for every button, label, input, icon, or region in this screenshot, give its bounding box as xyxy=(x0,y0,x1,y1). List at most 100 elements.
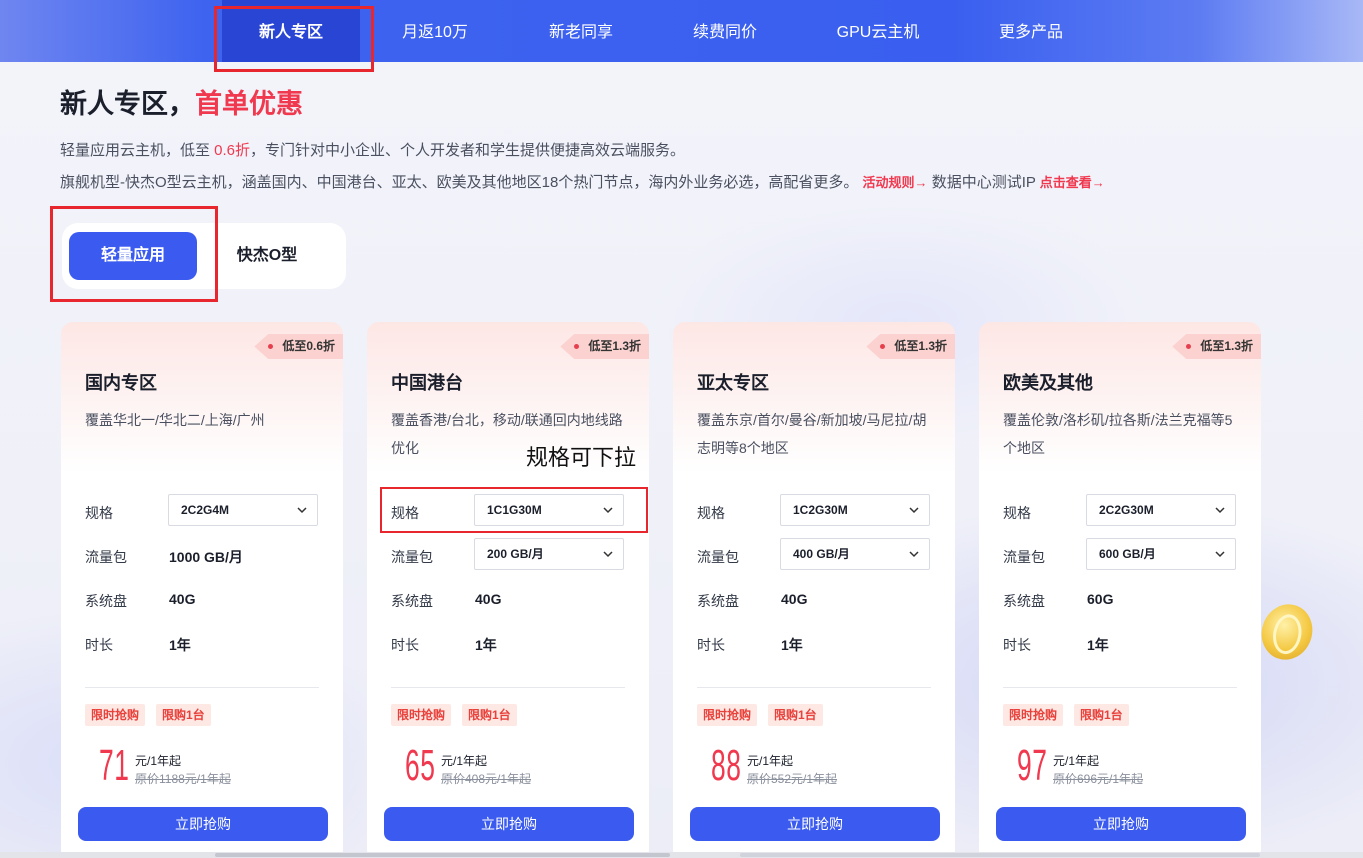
spec-select[interactable]: 2C2G4M xyxy=(168,494,318,526)
product-card: 低至0.6折 国内专区 覆盖华北一/华北二/上海/广州 规格 2C2G4M 流量… xyxy=(61,322,343,858)
price-unit: 元/1年起 xyxy=(135,754,182,768)
duration-label: 时长 xyxy=(391,637,419,653)
nav-item-more[interactable]: 更多产品 xyxy=(976,0,1086,62)
traffic-select[interactable]: 200 GB/月 xyxy=(474,538,624,570)
top-nav: 新人专区 月返10万 新老同享 续费同价 GPU云主机 更多产品 xyxy=(0,0,1363,62)
traffic-value: 1000 GB/月 xyxy=(169,549,243,565)
limit-tag: 限购1台 xyxy=(156,704,211,726)
limit-tag: 限购1台 xyxy=(768,704,823,726)
title-main: 新人专区， xyxy=(60,89,195,119)
original-price: 原价408元/1年起 xyxy=(441,772,532,786)
disk-label: 系统盘 xyxy=(85,593,127,609)
price-value: 71 xyxy=(99,741,130,790)
flash-sale-tag: 限时抢购 xyxy=(85,704,146,726)
chevron-down-icon xyxy=(909,551,919,558)
duration-value: 1年 xyxy=(781,637,803,653)
view-ip-link[interactable]: 点击查看→ xyxy=(1040,175,1105,190)
card-divider xyxy=(391,687,625,688)
card-title: 国内专区 xyxy=(85,373,157,393)
spec-value: 2C2G30M xyxy=(1099,503,1154,517)
original-price: 原价696元/1年起 xyxy=(1053,772,1144,786)
buy-now-button[interactable]: 立即抢购 xyxy=(384,807,634,841)
disk-value: 60G xyxy=(1087,591,1114,607)
discount-badge: 低至1.3折 xyxy=(560,334,649,359)
product-card: 低至1.3折 亚太专区 覆盖东京/首尔/曼谷/新加坡/马尼拉/胡志明等8个地区 … xyxy=(673,322,955,858)
original-price: 原价1188元/1年起 xyxy=(135,772,231,786)
traffic-select[interactable]: 600 GB/月 xyxy=(1086,538,1236,570)
disk-value: 40G xyxy=(475,591,502,607)
spec-label: 规格 xyxy=(1003,505,1031,521)
card-title: 亚太专区 xyxy=(697,373,769,393)
disk-label: 系统盘 xyxy=(391,593,433,609)
spec-select[interactable]: 2C2G30M xyxy=(1086,494,1236,526)
annotation-text: 规格可下拉 xyxy=(526,445,637,470)
intro-line-1: 轻量应用云主机，低至 0.6折，专门针对中小企业、个人开发者和学生提供便捷高效云… xyxy=(60,139,685,160)
page-title: 新人专区，首单优惠 xyxy=(60,82,303,121)
original-price: 原价552元/1年起 xyxy=(747,772,838,786)
card-description: 覆盖华北一/华北二/上海/广州 xyxy=(85,412,265,428)
scrollbar-thumb-secondary[interactable] xyxy=(740,853,1260,857)
traffic-select[interactable]: 400 GB/月 xyxy=(780,538,930,570)
spec-select[interactable]: 1C1G30M xyxy=(474,494,624,526)
buy-now-button[interactable]: 立即抢购 xyxy=(996,807,1246,841)
buy-now-button[interactable]: 立即抢购 xyxy=(690,807,940,841)
traffic-label: 流量包 xyxy=(1003,549,1045,565)
chevron-down-icon xyxy=(603,551,613,558)
intro-line-2: 旗舰机型-快杰O型云主机，涵盖国内、中国港台、亚太、欧美及其他地区18个热门节点… xyxy=(60,171,1105,192)
nav-item-monthly-rebate[interactable]: 月返10万 xyxy=(380,0,490,62)
price-value: 97 xyxy=(1017,741,1048,790)
traffic-value: 600 GB/月 xyxy=(1099,547,1156,561)
scrollbar-thumb[interactable] xyxy=(215,853,670,857)
limit-tag: 限购1台 xyxy=(1074,704,1129,726)
duration-label: 时长 xyxy=(697,637,725,653)
intro-discount: 0.6折 xyxy=(214,142,251,159)
price-value: 65 xyxy=(405,741,436,790)
disk-value: 40G xyxy=(169,591,196,607)
nav-item-shared[interactable]: 新老同享 xyxy=(526,0,636,62)
traffic-label: 流量包 xyxy=(85,549,127,565)
spec-label: 规格 xyxy=(697,505,725,521)
spec-select[interactable]: 1C2G30M xyxy=(780,494,930,526)
product-card: 低至1.3折 中国港台 覆盖香港/台北，移动/联通回内地线路优化 规格 1C1G… xyxy=(367,322,649,858)
price-value: 88 xyxy=(711,741,742,790)
nav-item-renewal[interactable]: 续费同价 xyxy=(670,0,780,62)
tab-light-app[interactable]: 轻量应用 xyxy=(69,232,197,280)
card-title: 中国港台 xyxy=(391,373,463,393)
card-divider xyxy=(1003,687,1237,688)
limit-tag: 限购1台 xyxy=(462,704,517,726)
traffic-label: 流量包 xyxy=(697,549,739,565)
traffic-value: 200 GB/月 xyxy=(487,547,544,561)
flash-sale-tag: 限时抢购 xyxy=(1003,704,1064,726)
card-divider xyxy=(85,687,319,688)
spec-value: 1C2G30M xyxy=(793,503,848,517)
rules-link[interactable]: 活动规则→ xyxy=(863,175,928,190)
spec-label: 规格 xyxy=(391,505,419,521)
price-unit: 元/1年起 xyxy=(747,754,794,768)
card-description: 覆盖东京/首尔/曼谷/新加坡/马尼拉/胡志明等8个地区 xyxy=(697,412,927,456)
disk-label: 系统盘 xyxy=(697,593,739,609)
nav-item-gpu[interactable]: GPU云主机 xyxy=(820,0,936,62)
spec-value: 2C2G4M xyxy=(181,503,230,517)
card-title: 欧美及其他 xyxy=(1003,373,1093,393)
duration-value: 1年 xyxy=(475,637,497,653)
flash-sale-tag: 限时抢购 xyxy=(391,704,452,726)
product-card: 低至1.3折 欧美及其他 覆盖伦敦/洛杉矶/拉各斯/法兰克福等5个地区 规格 2… xyxy=(979,322,1261,858)
chevron-down-icon xyxy=(1215,551,1225,558)
disk-label: 系统盘 xyxy=(1003,593,1045,609)
chevron-down-icon xyxy=(297,507,307,514)
discount-badge: 低至1.3折 xyxy=(866,334,955,359)
price-unit: 元/1年起 xyxy=(1053,754,1100,768)
intro-text-2: 旗舰机型-快杰O型云主机，涵盖国内、中国港台、亚太、欧美及其他地区18个热门节点… xyxy=(60,174,859,191)
buy-now-button[interactable]: 立即抢购 xyxy=(78,807,328,841)
nav-item-newcomer[interactable]: 新人专区 xyxy=(222,0,360,62)
discount-badge: 低至1.3折 xyxy=(1172,334,1261,359)
card-divider xyxy=(697,687,931,688)
duration-label: 时长 xyxy=(85,637,113,653)
card-description: 覆盖伦敦/洛杉矶/拉各斯/法兰克福等5个地区 xyxy=(1003,412,1233,456)
ip-text: 数据中心测试IP xyxy=(931,174,1036,191)
spec-value: 1C1G30M xyxy=(487,503,542,517)
traffic-value: 400 GB/月 xyxy=(793,547,850,561)
tab-kuaijie-o[interactable]: 快杰O型 xyxy=(215,232,319,280)
intro-text: 轻量应用云主机，低至 xyxy=(60,142,215,159)
duration-value: 1年 xyxy=(1087,637,1109,653)
